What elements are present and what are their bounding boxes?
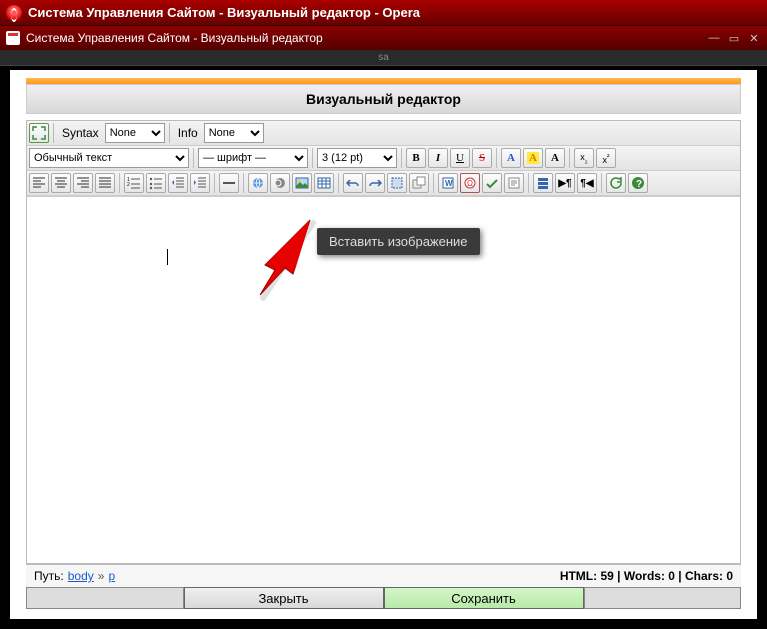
maximize-button[interactable]: ▭ — [727, 31, 741, 45]
status-counts: HTML: 59 | Words: 0 | Chars: 0 — [560, 569, 733, 583]
path-label: Путь: — [34, 569, 64, 583]
path-separator: » — [98, 569, 105, 583]
anchor-button[interactable] — [270, 173, 290, 193]
strikethrough-button[interactable]: S — [472, 148, 492, 168]
syntax-label: Syntax — [58, 126, 103, 140]
minimize-button[interactable]: — — [707, 31, 721, 45]
spellcheck-button[interactable] — [482, 173, 502, 193]
tab-title: Система Управления Сайтом - Визуальный р… — [26, 31, 707, 45]
tooltip: Вставить изображение — [317, 228, 480, 255]
dialog-buttons: Закрыть Сохранить — [26, 587, 741, 609]
undo-button[interactable] — [343, 173, 363, 193]
toolbar-row-2: Обычный текст — шрифт — 3 (12 pt) B I U … — [27, 146, 740, 171]
highlight-button[interactable]: A — [523, 148, 543, 168]
select-all-button[interactable] — [387, 173, 407, 193]
editor-heading: Визуальный редактор — [26, 84, 741, 114]
window-title: Система Управления Сайтом - Визуальный р… — [28, 5, 420, 20]
rtl-button[interactable]: ¶◀ — [577, 173, 597, 193]
path-body-link[interactable]: body — [68, 569, 94, 583]
ltr-button[interactable]: ▶¶ — [555, 173, 575, 193]
svg-text:?: ? — [636, 179, 642, 190]
tab-favicon — [6, 31, 20, 45]
bold-button[interactable]: B — [406, 148, 426, 168]
svg-text:W: W — [445, 179, 453, 188]
path-p-link[interactable]: p — [108, 569, 115, 583]
toolbar-row-1: Syntax None Info None — [27, 121, 740, 146]
pointer-arrow-icon — [225, 210, 325, 310]
button-spacer — [26, 587, 184, 609]
toolbar-row-3: 12 W Ω ▶¶ ¶◀ ? — [27, 171, 740, 196]
browser-titlebar: Система Управления Сайтом - Визуальный р… — [0, 0, 767, 26]
info-select[interactable]: None — [204, 123, 264, 143]
template-button[interactable] — [504, 173, 524, 193]
outdent-button[interactable] — [168, 173, 188, 193]
close-window-button[interactable]: ✕ — [747, 31, 761, 45]
insert-image-button[interactable] — [292, 173, 312, 193]
font-color-button[interactable]: A — [501, 148, 521, 168]
source-button[interactable] — [533, 173, 553, 193]
opera-icon — [6, 5, 22, 21]
format-select[interactable]: Обычный текст — [29, 148, 189, 168]
align-left-button[interactable] — [29, 173, 49, 193]
insert-table-button[interactable] — [314, 173, 334, 193]
special-char-button[interactable]: Ω — [460, 173, 480, 193]
help-button[interactable]: ? — [628, 173, 648, 193]
paste-word-button[interactable]: W — [438, 173, 458, 193]
subscript-button[interactable]: x₂ — [574, 148, 594, 168]
redo-button[interactable] — [365, 173, 385, 193]
editor-frame: Syntax None Info None Обычный текст — шр… — [26, 120, 741, 564]
align-right-button[interactable] — [73, 173, 93, 193]
sub-bar: sa — [0, 50, 767, 66]
align-justify-button[interactable] — [95, 173, 115, 193]
tab-bar: Система Управления Сайтом - Визуальный р… — [0, 26, 767, 50]
svg-text:2: 2 — [127, 182, 130, 188]
refresh-button[interactable] — [606, 173, 626, 193]
save-button[interactable]: Сохранить — [384, 587, 584, 609]
underline-button[interactable]: U — [450, 148, 470, 168]
italic-button[interactable]: I — [428, 148, 448, 168]
align-center-button[interactable] — [51, 173, 71, 193]
app-area: Визуальный редактор Syntax None Info Non… — [10, 70, 757, 619]
indent-button[interactable] — [190, 173, 210, 193]
fullscreen-icon[interactable] — [29, 123, 49, 143]
button-spacer-right — [584, 587, 742, 609]
svg-text:Ω: Ω — [467, 179, 473, 188]
size-select[interactable]: 3 (12 pt) — [317, 148, 397, 168]
unordered-list-button[interactable] — [146, 173, 166, 193]
superscript-button[interactable]: x² — [596, 148, 616, 168]
info-label: Info — [174, 126, 202, 140]
find-button[interactable] — [409, 173, 429, 193]
clear-format-button[interactable]: A — [545, 148, 565, 168]
syntax-select[interactable]: None — [105, 123, 165, 143]
text-caret — [167, 249, 168, 265]
close-button[interactable]: Закрыть — [184, 587, 384, 609]
hr-button[interactable] — [219, 173, 239, 193]
link-button[interactable] — [248, 173, 268, 193]
font-select[interactable]: — шрифт — — [198, 148, 308, 168]
ordered-list-button[interactable]: 12 — [124, 173, 144, 193]
status-bar: Путь: body » p HTML: 59 | Words: 0 | Cha… — [26, 564, 741, 587]
